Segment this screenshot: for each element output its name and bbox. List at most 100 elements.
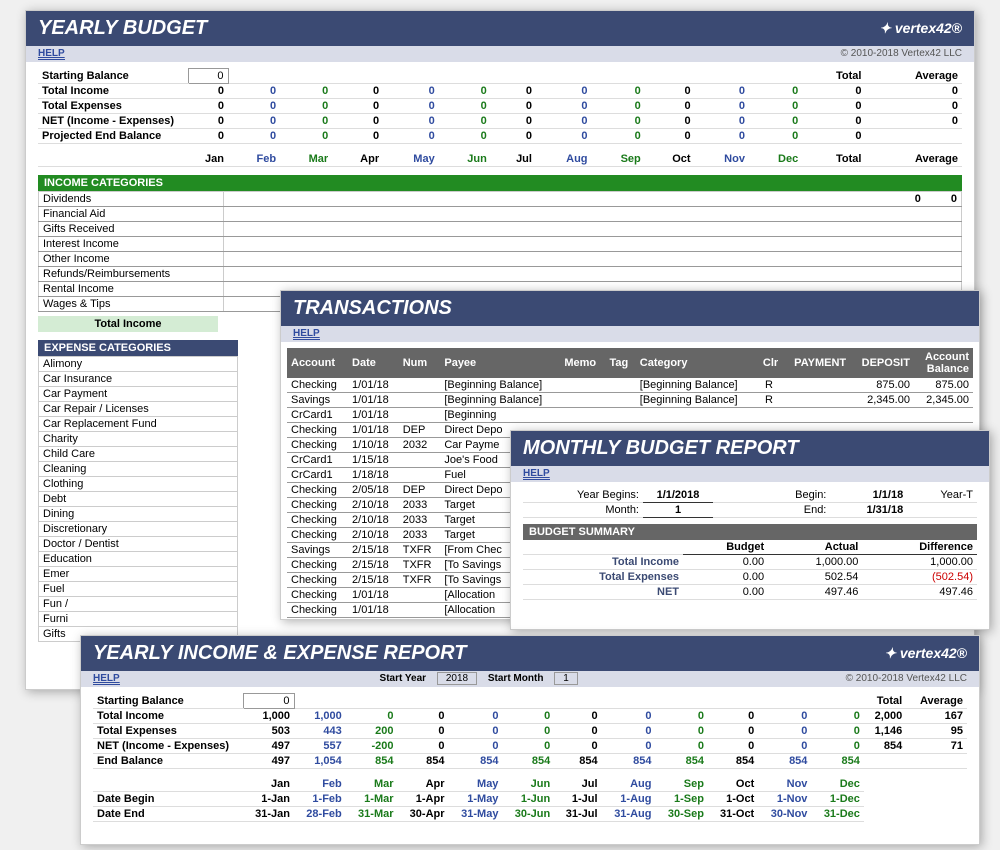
start-month-value[interactable]: 1 <box>554 672 578 685</box>
txn-cell[interactable]: [Beginning <box>440 408 560 423</box>
income-category[interactable]: Dividends <box>39 191 224 206</box>
help-link[interactable]: HELP <box>293 328 320 340</box>
txn-cell[interactable]: 2/10/18 <box>348 513 399 528</box>
txn-cell[interactable]: 1/01/18 <box>348 423 399 438</box>
txn-cell[interactable] <box>782 393 850 408</box>
txn-cell[interactable]: Savings <box>287 393 348 408</box>
expense-category[interactable]: Car Insurance <box>39 371 238 386</box>
expense-category[interactable]: Alimony <box>39 356 238 371</box>
expense-category[interactable]: Emer <box>39 566 238 581</box>
income-category[interactable]: Rental Income <box>39 281 224 296</box>
txn-cell[interactable]: 2,345.00 <box>850 393 914 408</box>
txn-cell[interactable]: TXFR <box>399 558 441 573</box>
txn-cell[interactable] <box>399 393 441 408</box>
txn-cell[interactable]: Savings <box>287 543 348 558</box>
txn-cell[interactable] <box>399 408 441 423</box>
income-category[interactable]: Gifts Received <box>39 221 224 236</box>
expense-category[interactable]: Dining <box>39 506 238 521</box>
expense-category[interactable]: Furni <box>39 611 238 626</box>
expense-category[interactable]: Debt <box>39 491 238 506</box>
txn-cell[interactable] <box>850 408 914 423</box>
txn-cell[interactable] <box>756 408 782 423</box>
expense-category[interactable]: Charity <box>39 431 238 446</box>
txn-cell[interactable] <box>399 588 441 603</box>
txn-cell[interactable] <box>560 393 605 408</box>
txn-cell[interactable]: 875.00 <box>850 378 914 393</box>
txn-cell[interactable]: DEP <box>399 483 441 498</box>
txn-cell[interactable]: Checking <box>287 528 348 543</box>
txn-cell[interactable]: Checking <box>287 618 348 621</box>
txn-cell[interactable]: [Beginning Balance] <box>440 393 560 408</box>
txn-cell[interactable]: Checking <box>287 573 348 588</box>
txn-cell[interactable]: TXFR <box>399 573 441 588</box>
txn-cell[interactable]: 2,345.00 <box>914 393 973 408</box>
txn-cell[interactable]: CrCard1 <box>287 408 348 423</box>
expense-category[interactable]: Clothing <box>39 476 238 491</box>
txn-cell[interactable] <box>605 408 635 423</box>
txn-cell[interactable] <box>399 453 441 468</box>
txn-cell[interactable]: 875.00 <box>914 378 973 393</box>
txn-cell[interactable] <box>782 378 850 393</box>
txn-cell[interactable] <box>399 603 441 618</box>
txn-cell[interactable]: Checking <box>287 498 348 513</box>
expense-category[interactable]: Child Care <box>39 446 238 461</box>
txn-cell[interactable]: 1/15/18 <box>348 453 399 468</box>
expense-category[interactable]: Discretionary <box>39 521 238 536</box>
txn-cell[interactable]: 2/05/18 <box>348 483 399 498</box>
txn-cell[interactable]: Checking <box>287 378 348 393</box>
txn-cell[interactable]: [Beginning Balance] <box>636 393 756 408</box>
txn-cell[interactable]: R <box>756 378 782 393</box>
txn-cell[interactable]: [Beginning Balance] <box>636 378 756 393</box>
txn-cell[interactable]: 1/01/18 <box>348 603 399 618</box>
txn-cell[interactable]: DEP <box>399 423 441 438</box>
txn-cell[interactable] <box>636 408 756 423</box>
y-starting-balance-value[interactable]: 0 <box>243 694 294 709</box>
income-category[interactable]: Refunds/Reimbursements <box>39 266 224 281</box>
txn-cell[interactable]: Checking <box>287 423 348 438</box>
txn-cell[interactable]: 1/01/18 <box>348 408 399 423</box>
txn-cell[interactable] <box>782 408 850 423</box>
txn-cell[interactable]: Checking <box>287 603 348 618</box>
expense-category[interactable]: Car Payment <box>39 386 238 401</box>
txn-cell[interactable]: Checking <box>287 558 348 573</box>
help-link[interactable]: HELP <box>93 673 120 685</box>
txn-cell[interactable]: [Beginning Balance] <box>440 378 560 393</box>
month-value[interactable]: 1 <box>643 503 713 518</box>
expense-category[interactable]: Fuel <box>39 581 238 596</box>
txn-cell[interactable] <box>605 393 635 408</box>
txn-cell[interactable]: 2/15/18 <box>348 573 399 588</box>
txn-cell[interactable]: 2032 <box>399 438 441 453</box>
txn-cell[interactable]: 2033 <box>399 513 441 528</box>
txn-cell[interactable]: Checking <box>287 588 348 603</box>
txn-cell[interactable] <box>605 378 635 393</box>
year-begins-value[interactable]: 1/1/2018 <box>643 488 713 503</box>
txn-cell[interactable]: 1/10/18 <box>348 438 399 453</box>
txn-cell[interactable]: 2/10/18 <box>348 528 399 543</box>
expense-category[interactable]: Cleaning <box>39 461 238 476</box>
expense-category[interactable]: Education <box>39 551 238 566</box>
income-category[interactable]: Interest Income <box>39 236 224 251</box>
txn-cell[interactable] <box>560 378 605 393</box>
income-category[interactable]: Other Income <box>39 251 224 266</box>
txn-cell[interactable]: CrCard1 <box>287 468 348 483</box>
txn-cell[interactable]: Checking <box>287 483 348 498</box>
txn-cell[interactable] <box>399 618 441 621</box>
help-link[interactable]: HELP <box>523 468 550 480</box>
txn-cell[interactable]: Checking <box>287 438 348 453</box>
txn-cell[interactable]: 2/15/18 <box>348 543 399 558</box>
txn-cell[interactable]: TXFR <box>399 543 441 558</box>
txn-cell[interactable]: 2033 <box>399 498 441 513</box>
txn-cell[interactable]: CrCard1 <box>287 453 348 468</box>
txn-cell[interactable] <box>399 468 441 483</box>
txn-cell[interactable]: Checking <box>287 513 348 528</box>
txn-cell[interactable]: 1/01/18 <box>348 378 399 393</box>
income-category[interactable]: Financial Aid <box>39 206 224 221</box>
txn-cell[interactable]: 2033 <box>399 528 441 543</box>
txn-cell[interactable]: 2/15/18 <box>348 558 399 573</box>
txn-cell[interactable]: 1/01/18 <box>348 393 399 408</box>
start-year-value[interactable]: 2018 <box>437 672 477 685</box>
txn-cell[interactable]: 2/01/18 <box>348 618 399 621</box>
txn-cell[interactable]: 1/18/18 <box>348 468 399 483</box>
starting-balance-value[interactable]: 0 <box>188 69 228 84</box>
txn-cell[interactable] <box>560 408 605 423</box>
